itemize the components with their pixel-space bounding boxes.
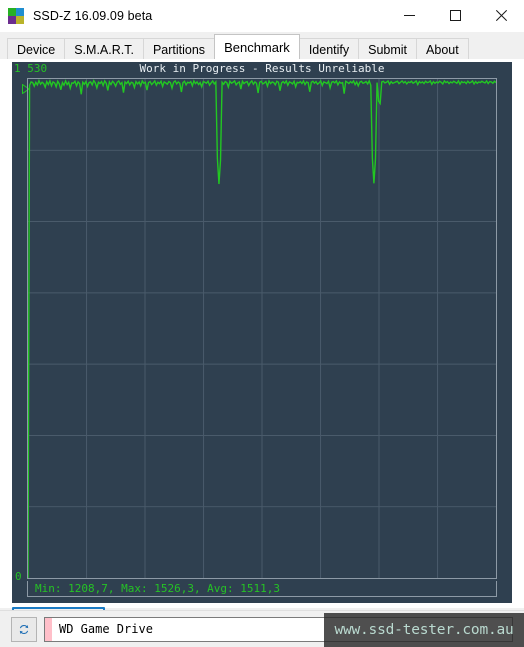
benchmark-stats-text: Min: 1208,7, Max: 1526,3, Avg: 1511,3 [35,582,281,595]
status-bar: WD Game Drive [0,610,524,647]
ssdz-application-window: SSD-Z 16.09.09 beta Device S.M.A.R.T. Pa… [0,0,524,647]
refresh-button[interactable] [11,616,37,642]
graph-title: Work in Progress - Results Unreliable [139,62,385,75]
drive-color-swatch [45,617,52,641]
transfer-rate-chart [28,79,496,578]
tab-device[interactable]: Device [7,38,66,59]
tab-benchmark[interactable]: Benchmark [214,34,300,59]
play-triangle-icon [15,80,30,94]
close-button[interactable] [478,0,524,31]
minimize-button[interactable] [386,0,432,31]
tab-smart[interactable]: S.M.A.R.T. [64,38,144,59]
maximize-icon [449,10,461,21]
minimize-icon [403,15,415,16]
title-bar: SSD-Z 16.09.09 beta [0,0,524,32]
plot-wrapper [27,78,497,579]
window-controls [386,0,524,31]
selected-drive-name: WD Game Drive [59,622,153,636]
refresh-icon [19,624,29,634]
benchmark-graph-panel: 1 530 Work in Progress - Results Unrelia… [12,62,512,603]
window-title: SSD-Z 16.09.09 beta [33,8,153,23]
graph-header: 1 530 Work in Progress - Results Unrelia… [12,62,512,76]
tab-identify[interactable]: Identify [298,38,360,59]
y-axis-min-label: 0 [15,570,22,583]
tab-about[interactable]: About [416,38,469,59]
tab-bar: Device S.M.A.R.T. Partitions Benchmark I… [0,32,524,59]
chart-gridlines [28,79,496,578]
benchmark-tab-panel: 1 530 Work in Progress - Results Unrelia… [0,59,524,638]
tab-submit[interactable]: Submit [358,38,418,59]
benchmark-stats-bar: Min: 1208,7, Max: 1526,3, Avg: 1511,3 [27,581,497,597]
tab-partitions[interactable]: Partitions [142,38,216,59]
maximize-button[interactable] [432,0,478,31]
selected-drive-field[interactable]: WD Game Drive [44,616,513,642]
plot-area[interactable] [27,78,497,579]
close-icon [495,10,507,21]
ssdz-logo-icon [8,7,24,24]
